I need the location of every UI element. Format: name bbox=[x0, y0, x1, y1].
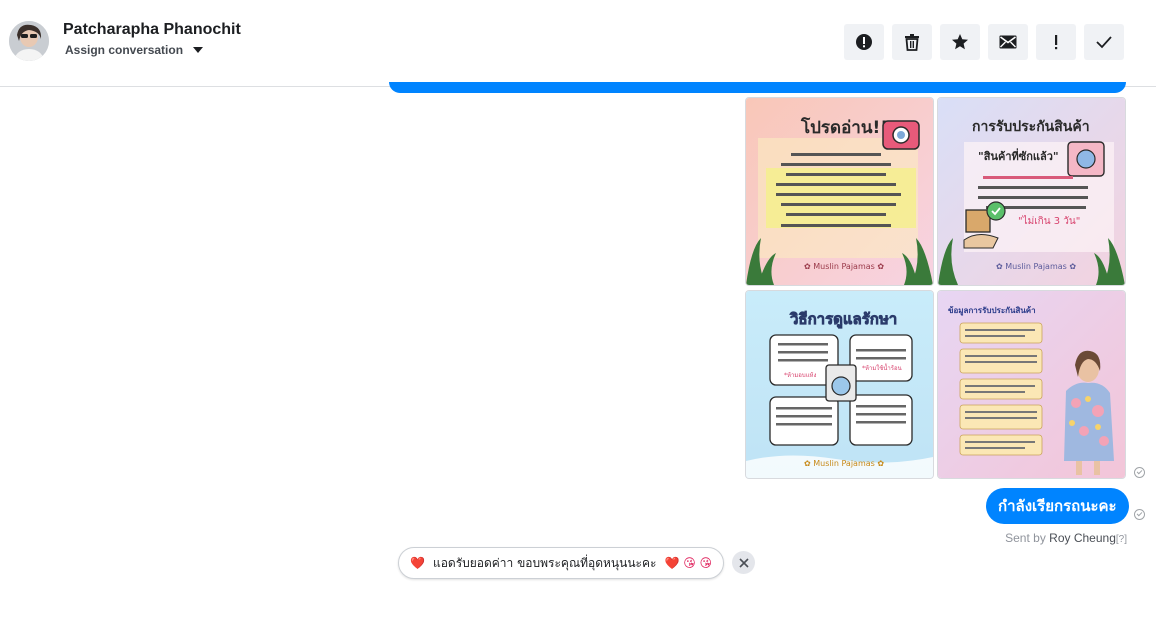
dismiss-suggestion-button[interactable] bbox=[732, 551, 755, 574]
tile3-footer: ✿ Muslin Pajamas ✿ bbox=[804, 459, 884, 468]
caret-down-icon bbox=[193, 47, 204, 53]
contact-name: Patcharapha Phanochit bbox=[63, 21, 241, 38]
exclamation-icon bbox=[1055, 35, 1058, 50]
mark-unread-button[interactable] bbox=[988, 24, 1028, 60]
envelope-icon bbox=[999, 35, 1017, 49]
heart-emoji-icon: ❤️ bbox=[410, 556, 425, 570]
washing-machine-icon bbox=[825, 364, 857, 402]
sent-message-bubble: กำลังเรียกรถนะคะ bbox=[986, 488, 1129, 524]
tile2-title: การรับประกันสินค้า bbox=[972, 119, 1090, 135]
washing-machine-icon bbox=[1067, 141, 1105, 177]
sender-name-link[interactable]: Roy Cheung bbox=[1049, 531, 1116, 545]
tile3-note1: *ห้ามอบแห้ง bbox=[784, 372, 817, 379]
assign-conversation-label: Assign conversation bbox=[65, 43, 184, 57]
star-icon bbox=[952, 34, 968, 50]
image-attachment-1[interactable]: โปรดอ่าน!! ✿ Muslin Pajamas ✿ bbox=[745, 97, 934, 286]
conversation-header: Patcharapha Phanochit Assign conversatio… bbox=[0, 0, 1156, 87]
seen-indicator-icon bbox=[1134, 509, 1145, 520]
check-icon bbox=[1096, 36, 1112, 49]
tile1-title: โปรดอ่าน!! bbox=[800, 117, 888, 138]
close-icon bbox=[738, 557, 749, 568]
camera-icon bbox=[882, 120, 920, 150]
previous-message-bubble bbox=[389, 82, 1126, 93]
suggested-reply-text: แอดรับยอดค่าา ขอบพระคุณที่อุดหนุนนะคะ bbox=[432, 555, 657, 570]
trash-icon bbox=[905, 34, 919, 51]
seen-indicator-icon bbox=[1134, 467, 1145, 478]
sent-by-label: Sent by Roy Cheung[?] bbox=[1005, 531, 1127, 545]
sent-by-help-link[interactable]: [?] bbox=[1116, 534, 1127, 545]
emoji-sequence-icon: ❤️ 😘 😘 bbox=[664, 556, 713, 570]
image-attachment-4[interactable]: ข้อมูลการรับประกันสินค้า bbox=[937, 290, 1126, 479]
tile2-highlight: "ไม่เกิน 3 วัน" bbox=[1018, 215, 1080, 227]
tile2-subtitle: "สินค้าที่ซักแล้ว" bbox=[978, 148, 1059, 163]
mark-spam-button[interactable] bbox=[844, 24, 884, 60]
conversation-toolbar bbox=[844, 24, 1124, 60]
tile1-footer: ✿ Muslin Pajamas ✿ bbox=[804, 262, 884, 271]
tile4-title: ข้อมูลการรับประกันสินค้า bbox=[948, 305, 1036, 316]
mark-done-button[interactable] bbox=[1084, 24, 1124, 60]
image-attachment-3[interactable]: วิธีการดูแลรักษา *ห้ามอบแห้ง *ห้ามใช้น้ำ… bbox=[745, 290, 934, 479]
image-attachment-2[interactable]: การรับประกันสินค้า "สินค้าที่ซักแล้ว" "ไ… bbox=[937, 97, 1126, 286]
suggested-reply-chip[interactable]: ❤️ แอดรับยอดค่าา ขอบพระคุณที่อุดหนุนนะคะ… bbox=[398, 547, 725, 579]
tile2-footer: ✿ Muslin Pajamas ✿ bbox=[996, 262, 1076, 271]
sent-by-prefix: Sent by bbox=[1005, 531, 1050, 545]
assign-conversation-dropdown[interactable]: Assign conversation bbox=[65, 43, 204, 57]
alert-circle-icon bbox=[856, 34, 872, 50]
delete-button[interactable] bbox=[892, 24, 932, 60]
tile3-title: วิธีการดูแลรักษา bbox=[789, 310, 897, 329]
contact-avatar[interactable] bbox=[9, 21, 49, 61]
star-button[interactable] bbox=[940, 24, 980, 60]
mark-important-button[interactable] bbox=[1036, 24, 1076, 60]
